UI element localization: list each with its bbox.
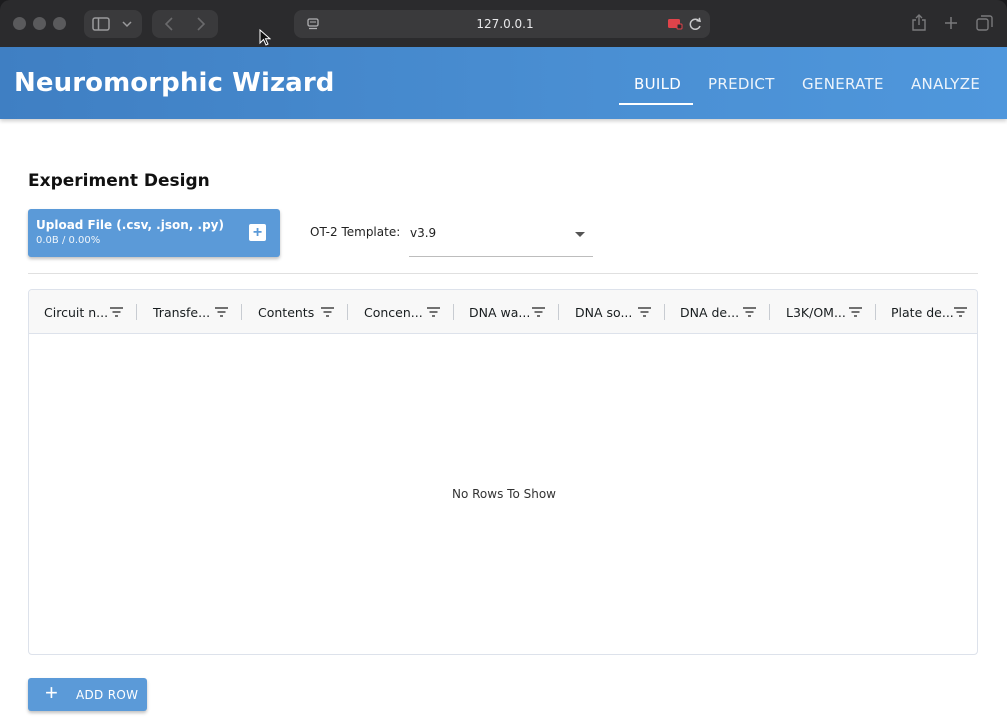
history-nav [152, 10, 218, 38]
template-value: v3.9 [410, 226, 437, 240]
recording-icon[interactable] [667, 18, 683, 30]
column-separator[interactable] [241, 304, 242, 320]
upload-label: Upload File (.csv, .json, .py) [36, 218, 224, 232]
app-window: Neuromorphic Wizard BUILD PREDICT GENERA… [0, 47, 1007, 717]
column-label: Plate de... [891, 305, 954, 320]
sidebar-toggle-button[interactable] [84, 10, 142, 38]
forward-icon[interactable] [196, 17, 206, 31]
add-row-label: ADD ROW [76, 688, 139, 702]
share-icon[interactable] [911, 14, 927, 32]
browser-toolbar: 127.0.0.1 [0, 0, 1007, 47]
zoom-window-button[interactable] [53, 17, 66, 30]
filter-icon[interactable] [849, 307, 862, 317]
page-menu-icon[interactable] [306, 17, 320, 31]
template-label: OT-2 Template: [310, 225, 401, 239]
upload-progress-text: 0.0B / 0.00% [36, 235, 101, 246]
url-text[interactable]: 127.0.0.1 [440, 17, 570, 31]
data-grid: Circuit n... Transfe... Contents Concen.… [28, 289, 978, 655]
chevron-down-icon [122, 21, 132, 28]
mouse-cursor-icon [259, 29, 271, 46]
plus-icon: + [45, 680, 58, 705]
sidebar-icon [92, 17, 110, 31]
upload-file-button[interactable]: Upload File (.csv, .json, .py) 0.0B / 0.… [28, 209, 280, 257]
divider [28, 273, 978, 274]
column-separator[interactable] [875, 304, 876, 320]
column-separator[interactable] [664, 304, 665, 320]
tab-analyze[interactable]: ANALYZE [911, 75, 980, 93]
app-header: Neuromorphic Wizard BUILD PREDICT GENERA… [0, 47, 1007, 119]
column-separator[interactable] [769, 304, 770, 320]
tab-build[interactable]: BUILD [634, 75, 681, 93]
column-separator[interactable] [453, 304, 454, 320]
reload-icon[interactable] [689, 17, 702, 31]
close-window-button[interactable] [13, 17, 26, 30]
active-tab-indicator [619, 103, 693, 105]
tab-generate[interactable]: GENERATE [802, 75, 884, 93]
template-select[interactable]: v3.9 [409, 217, 593, 257]
filter-icon[interactable] [532, 307, 545, 317]
column-label: Transfe... [153, 305, 211, 320]
column-label: DNA wa... [469, 305, 531, 320]
column-label: L3K/OM... [786, 305, 846, 320]
back-icon[interactable] [164, 17, 174, 31]
minimize-window-button[interactable] [33, 17, 46, 30]
column-label: Concen... [364, 305, 423, 320]
section-title: Experiment Design [28, 171, 210, 191]
filter-icon[interactable] [321, 307, 334, 317]
empty-grid-message: No Rows To Show [452, 487, 556, 501]
dropdown-arrow-icon [575, 232, 585, 237]
column-separator[interactable] [347, 304, 348, 320]
tabs-overview-icon[interactable] [976, 15, 993, 31]
filter-icon[interactable] [954, 307, 967, 317]
filter-icon[interactable] [743, 307, 756, 317]
column-label: Contents [258, 305, 315, 320]
add-row-button[interactable]: + ADD ROW [28, 678, 147, 711]
column-separator[interactable] [558, 304, 559, 320]
add-file-icon: + [249, 224, 266, 241]
filter-icon[interactable] [110, 307, 123, 317]
column-label: Circuit n... [44, 305, 109, 320]
new-tab-icon[interactable] [944, 16, 958, 30]
tab-predict[interactable]: PREDICT [708, 75, 775, 93]
grid-header: Circuit n... Transfe... Contents Concen.… [29, 290, 977, 334]
column-label: DNA de... [680, 305, 740, 320]
filter-icon[interactable] [427, 307, 440, 317]
app-title: Neuromorphic Wizard [14, 68, 335, 98]
column-label: DNA so... [575, 305, 633, 320]
filter-icon[interactable] [638, 307, 651, 317]
filter-icon[interactable] [215, 307, 228, 317]
column-separator[interactable] [136, 304, 137, 320]
